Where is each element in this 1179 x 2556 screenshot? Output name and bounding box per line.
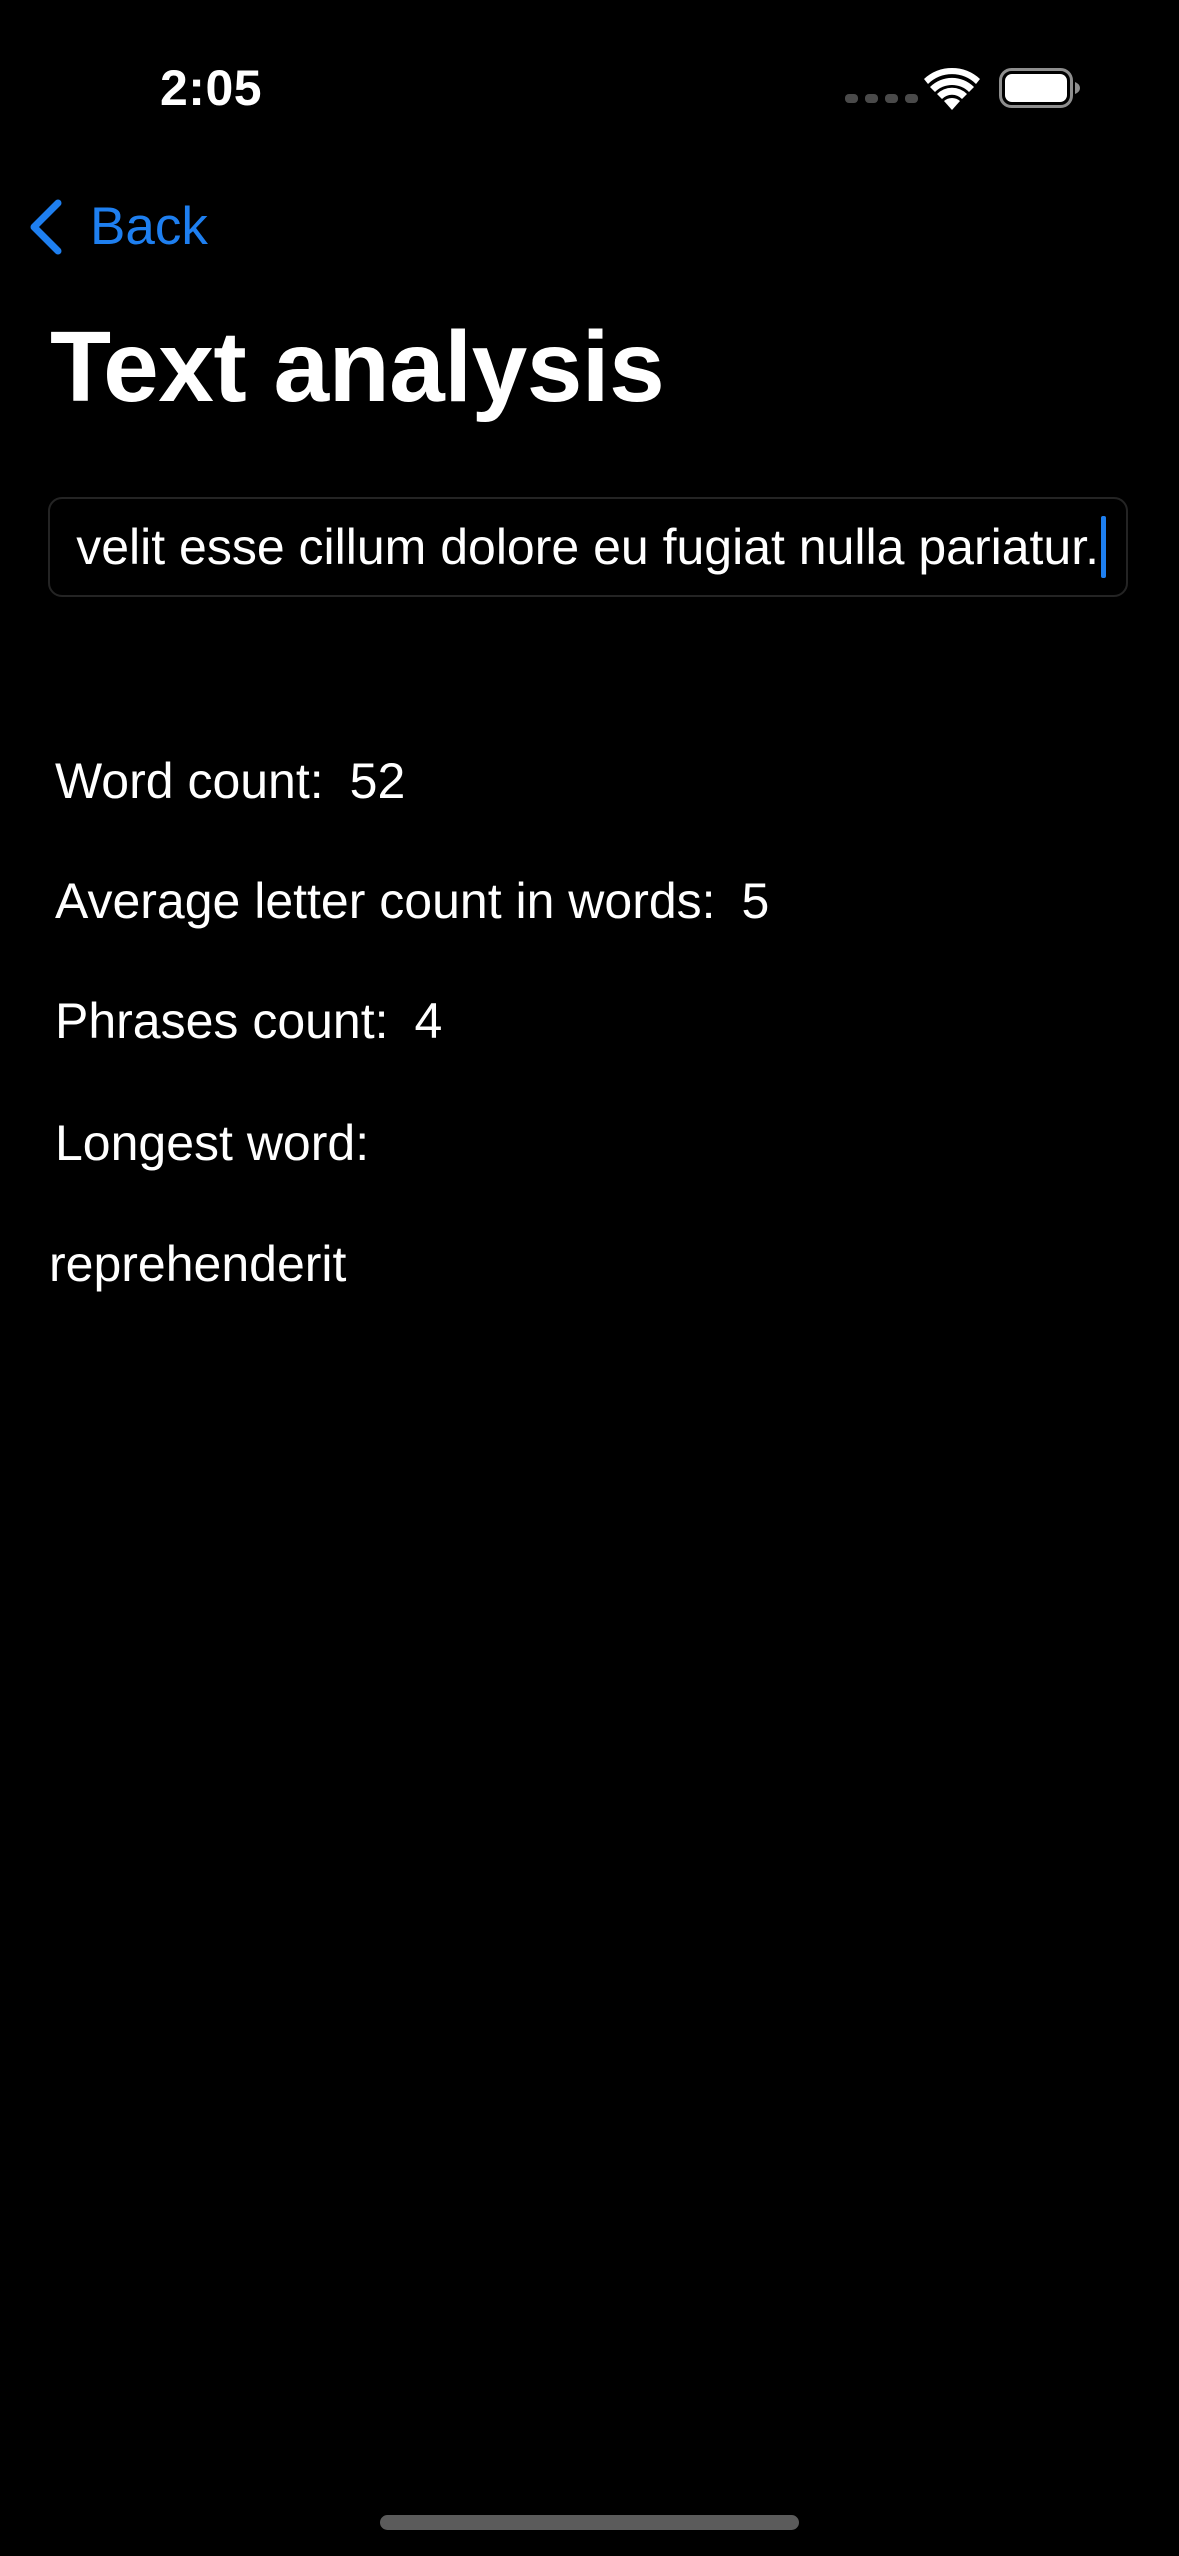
phrases-count-value: 4	[414, 993, 443, 1049]
page-title: Text analysis	[50, 311, 665, 423]
back-label: Back	[90, 197, 208, 256]
back-button[interactable]: Back	[26, 190, 208, 264]
average-letter-count-value: 5	[741, 873, 770, 929]
longest-word-row: Longest word:	[55, 1113, 369, 1173]
text-input[interactable]: velit esse cillum dolore eu fugiat nulla…	[48, 497, 1128, 597]
wifi-icon	[924, 67, 980, 110]
home-indicator[interactable]	[380, 2515, 799, 2530]
word-count-label: Word count:	[55, 753, 324, 809]
word-count-value: 52	[349, 753, 406, 809]
text-caret	[1101, 516, 1106, 578]
longest-word-value: reprehenderit	[49, 1236, 347, 1292]
signal-dots-icon	[845, 94, 918, 103]
average-letter-count-row: Average letter count in words: 5	[55, 871, 769, 931]
chevron-left-icon	[30, 199, 62, 255]
longest-word-label: Longest word:	[55, 1115, 370, 1171]
text-input-value: velit esse cillum dolore eu fugiat nulla…	[76, 519, 1099, 575]
average-letter-count-label: Average letter count in words:	[55, 873, 716, 929]
battery-icon	[999, 68, 1080, 108]
phrases-count-label: Phrases count:	[55, 993, 389, 1049]
status-time: 2:05	[160, 60, 263, 116]
word-count-row: Word count: 52	[55, 751, 405, 811]
phrases-count-row: Phrases count: 4	[55, 991, 442, 1051]
